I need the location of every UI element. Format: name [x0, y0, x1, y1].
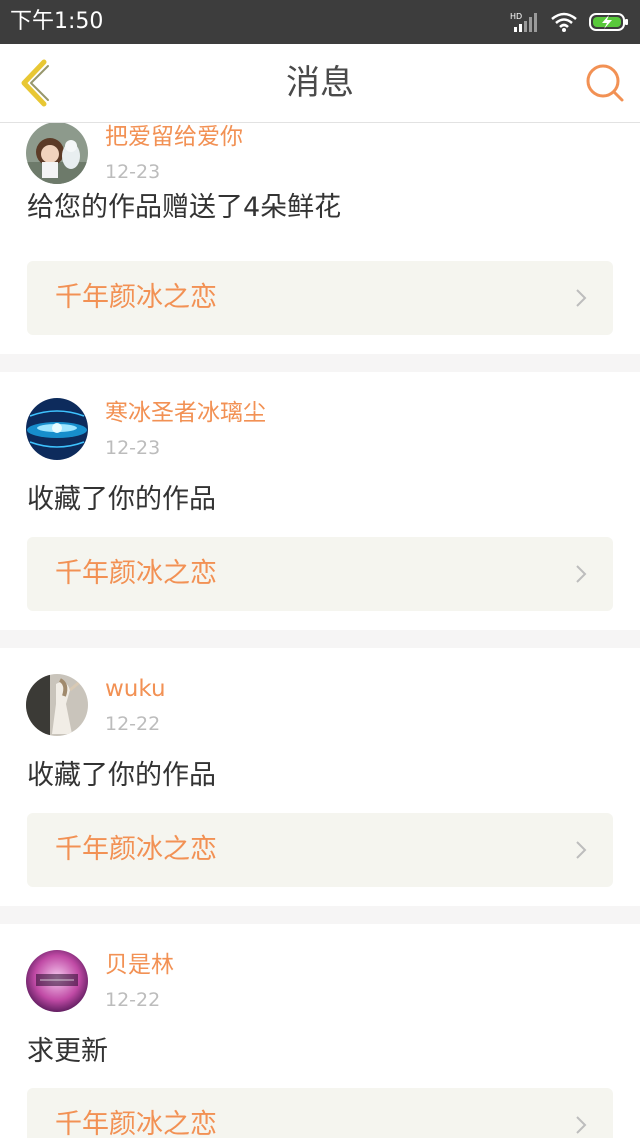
work-link[interactable]: 千年颜冰之恋 [27, 1088, 613, 1138]
message-text: 收藏了你的作品 [27, 484, 216, 515]
work-title: 千年颜冰之恋 [55, 834, 217, 865]
hd-label: HD [510, 12, 522, 21]
avatar[interactable] [26, 398, 88, 460]
message-date: 12-22 [105, 713, 161, 735]
chevron-right-icon [576, 289, 587, 307]
message-date: 12-23 [105, 437, 161, 459]
work-title: 千年颜冰之恋 [55, 282, 217, 313]
avatar[interactable] [26, 674, 88, 736]
divider [0, 354, 640, 372]
message-item: 贝是林 12-22 求更新 千年颜冰之恋 [0, 924, 640, 1138]
username[interactable]: 把爱留给爱你 [105, 123, 243, 152]
message-text: 给您的作品赠送了4朵鲜花 [27, 192, 342, 223]
username[interactable]: 寒冰圣者冰璃尘 [105, 398, 266, 428]
wifi-icon [551, 12, 577, 32]
avatar[interactable] [26, 950, 88, 1012]
message-text: 收藏了你的作品 [27, 760, 216, 791]
page-title: 消息 [286, 63, 354, 103]
search-button[interactable] [584, 62, 626, 104]
work-link[interactable]: 千年颜冰之恋 [27, 261, 613, 335]
message-list[interactable]: 把爱留给爱你 12-23 给您的作品赠送了4朵鲜花 千年颜冰之恋 寒冰圣者冰璃尘… [0, 123, 640, 1138]
chevron-right-icon [576, 1116, 587, 1134]
message-date: 12-23 [105, 161, 161, 183]
work-link[interactable]: 千年颜冰之恋 [27, 537, 613, 611]
status-time: 下午1:50 [10, 9, 104, 34]
work-title: 千年颜冰之恋 [55, 558, 217, 589]
work-link[interactable]: 千年颜冰之恋 [27, 813, 613, 887]
message-date: 12-22 [105, 989, 161, 1011]
message-item: 把爱留给爱你 12-23 给您的作品赠送了4朵鲜花 千年颜冰之恋 [0, 123, 640, 364]
message-item: 寒冰圣者冰璃尘 12-23 收藏了你的作品 千年颜冰之恋 [0, 372, 640, 630]
search-icon [586, 64, 624, 102]
avatar[interactable] [26, 123, 88, 184]
divider [0, 906, 640, 924]
status-bar: 下午1:50 HD [0, 0, 640, 44]
chevron-right-icon [576, 841, 587, 859]
username[interactable]: 贝是林 [105, 950, 174, 980]
battery-charging-icon [589, 13, 628, 31]
message-item: wuku 12-22 收藏了你的作品 千年颜冰之恋 [0, 648, 640, 906]
work-title: 千年颜冰之恋 [55, 1109, 217, 1138]
message-text: 求更新 [27, 1036, 108, 1067]
divider [0, 630, 640, 648]
username[interactable]: wuku [105, 674, 166, 704]
status-icons: HD [510, 8, 630, 36]
nav-bar: 消息 [0, 44, 640, 123]
chevron-right-icon [576, 565, 587, 583]
hd-signal-icon: HD [510, 12, 537, 32]
